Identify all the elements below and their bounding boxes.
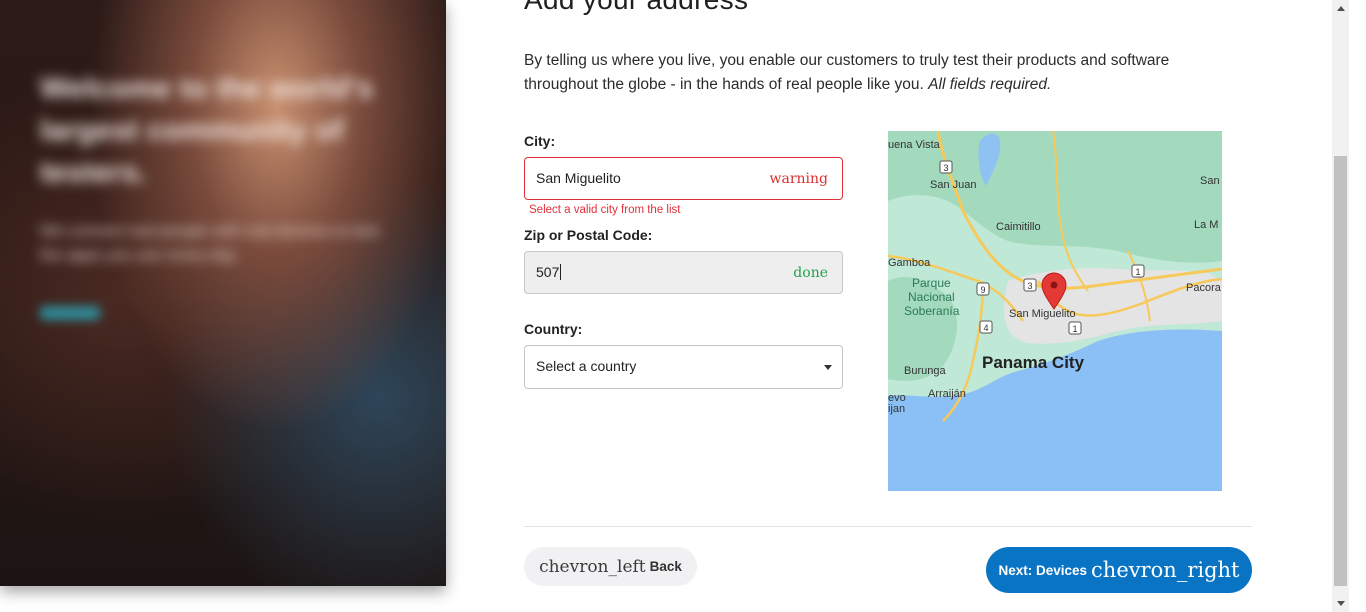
city-value: San Miguelito: [536, 170, 621, 186]
map-label-buena-vista: uena Vista: [888, 139, 941, 151]
svg-text:1: 1: [1072, 324, 1077, 334]
map-label-parque: Parque: [912, 276, 951, 290]
route-shield-9: 9: [976, 282, 990, 296]
warning-icon: warning: [769, 171, 829, 187]
promo-panel: Welcome to the world's largest community…: [0, 0, 446, 586]
map-label-san-right: San: [1200, 175, 1220, 187]
promo-title: Welcome to the world's largest community…: [40, 72, 374, 189]
zip-label: Zip or Postal Code:: [524, 227, 653, 243]
scroll-up-arrow-icon[interactable]: [1332, 0, 1349, 17]
promo-link[interactable]: [40, 306, 100, 320]
map-label-san-miguelito: San Miguelito: [1009, 308, 1076, 320]
window-edge: [1349, 0, 1366, 612]
back-button[interactable]: chevron_left Back: [524, 547, 697, 586]
route-shield-4: 4: [979, 320, 993, 334]
map-label-la-m: La M: [1194, 219, 1218, 231]
promo-body: We connect real people with real devices…: [40, 223, 379, 264]
country-value: Select a country: [536, 358, 637, 374]
location-map[interactable]: 3 1 9 3 4 1 uena Vista San Juan Caimitil…: [888, 131, 1222, 491]
map-label-nacional: Nacional: [908, 290, 955, 304]
text-caret: [560, 264, 562, 280]
map-label-ijan: ijan: [888, 403, 905, 415]
map-label-soberania: Soberanía: [904, 304, 960, 318]
back-label: Back: [649, 559, 682, 574]
route-shield-1-east: 1: [1131, 264, 1145, 278]
done-icon: done: [793, 265, 828, 281]
next-label: Next: Devices: [998, 562, 1088, 578]
next-devices-button[interactable]: Next: Devices chevron_right: [986, 547, 1252, 593]
chevron-right-icon: chevron_right: [1091, 558, 1240, 582]
map-label-caimitillo: Caimitillo: [996, 221, 1041, 233]
city-input[interactable]: San Miguelito warning: [524, 157, 843, 200]
route-shield-1-center: 1: [1068, 321, 1082, 335]
intro-required: All fields required.: [928, 76, 1052, 93]
svg-text:1: 1: [1135, 267, 1140, 277]
map-label-gamboa: Gamboa: [888, 257, 931, 269]
country-select[interactable]: Select a country: [524, 345, 843, 389]
svg-text:9: 9: [980, 285, 985, 295]
svg-text:4: 4: [983, 323, 988, 333]
route-shield-3-north: 3: [939, 160, 953, 174]
svg-text:3: 3: [943, 163, 948, 173]
dropdown-arrow-icon: [824, 365, 832, 370]
intro-main: By telling us where you live, you enable…: [524, 52, 1170, 93]
country-label: Country:: [524, 321, 583, 337]
footer-divider: [524, 526, 1252, 527]
svg-text:3: 3: [1027, 281, 1032, 291]
zip-value-wrap: 507: [536, 264, 562, 280]
vertical-scrollbar[interactable]: [1332, 0, 1349, 612]
city-error-message: Select a valid city from the list: [529, 204, 681, 216]
scrollbar-thumb[interactable]: [1334, 156, 1347, 586]
chevron-left-icon: chevron_left: [539, 556, 646, 577]
route-shield-3-center: 3: [1023, 278, 1037, 292]
intro-text: By telling us where you live, you enable…: [524, 49, 1214, 97]
zip-input[interactable]: 507 done: [524, 251, 843, 294]
map-label-burunga: Burunga: [904, 365, 946, 377]
page-title: Add your address: [524, 0, 748, 16]
scroll-down-arrow-icon[interactable]: [1332, 595, 1349, 612]
city-label: City:: [524, 133, 556, 149]
zip-value: 507: [536, 264, 560, 280]
map-label-pacora: Pacora: [1186, 282, 1222, 294]
map-label-san-juan: San Juan: [930, 179, 976, 191]
map-label-panama-city: Panama City: [982, 353, 1085, 372]
map-label-arraijan: Arraiján: [928, 388, 966, 400]
